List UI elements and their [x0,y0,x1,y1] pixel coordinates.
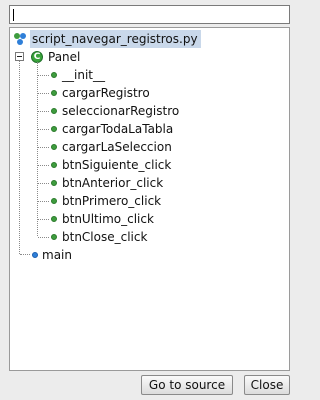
tree-item-method[interactable]: cargarTodaLaTabla [10,120,210,138]
method-dot-icon [51,144,57,150]
method-dot-icon [51,108,57,114]
method-dot-icon [51,162,57,168]
tree-guide-line [38,165,49,166]
tree-item-method-label: btnSiguiente_click [62,158,172,172]
tree-guide-line [38,75,49,76]
method-dot-icon [51,198,57,204]
tree-item-method[interactable]: btnAnterior_click [10,174,210,192]
tree-guide-line [38,93,49,94]
tree-item-module[interactable]: script_navegar_registros.py [10,30,280,48]
tree-guide-line [38,201,49,202]
tree-item-class-label: Panel [48,50,81,64]
python-module-icon [14,33,26,45]
tree-guide-line [38,111,49,112]
tree-guide-line [38,147,49,148]
outline-tree[interactable]: script_navegar_registros.py C Panel __in… [9,27,290,371]
collapse-toggle-icon[interactable] [15,52,24,61]
tree-item-method[interactable]: btnSiguiente_click [10,156,210,174]
tree-item-method[interactable]: cargarRegistro [10,84,210,102]
tree-guide-line [20,254,30,255]
tree-item-method-label: seleccionarRegistro [62,104,180,118]
text-caret [13,9,14,21]
tree-item-method-label: cargarLaSeleccion [62,140,172,154]
tree-item-method-label: btnUltimo_click [62,212,154,226]
tree-guide-line [38,237,49,238]
tree-item-method[interactable]: btnUltimo_click [10,210,210,228]
method-dot-icon [51,216,57,222]
tree-item-function-label: main [42,248,72,262]
function-dot-icon [32,252,38,258]
close-button[interactable]: Close [244,375,290,395]
method-dot-icon [51,126,57,132]
tree-item-method[interactable]: btnPrimero_click [10,192,210,210]
tree-guide-line [38,129,49,130]
tree-item-method[interactable]: __init__ [10,66,210,84]
tree-item-class[interactable]: C Panel [10,48,210,66]
tree-item-method[interactable]: seleccionarRegistro [10,102,210,120]
tree-item-module-label: script_navegar_registros.py [30,30,201,48]
method-dot-icon [51,234,57,240]
search-input[interactable] [9,5,290,24]
tree-item-method-label: cargarRegistro [62,86,150,100]
tree-item-method-label: btnAnterior_click [62,176,164,190]
tree-item-method-label: btnClose_click [62,230,148,244]
tree-item-function[interactable]: main [10,246,130,264]
method-dot-icon [51,90,57,96]
tree-guide-line [37,62,38,236]
method-dot-icon [51,72,57,78]
tree-guide-line [19,61,20,254]
method-dot-icon [51,180,57,186]
tree-guide-line [38,219,49,220]
tree-guide-line [38,183,49,184]
tree-item-method[interactable]: btnClose_click [10,228,210,246]
tree-item-method-label: cargarTodaLaTabla [62,122,174,136]
tree-item-method[interactable]: cargarLaSeleccion [10,138,210,156]
tree-item-method-label: btnPrimero_click [62,194,162,208]
go-to-source-button[interactable]: Go to source [141,375,233,395]
tree-item-method-label: __init__ [62,68,105,82]
